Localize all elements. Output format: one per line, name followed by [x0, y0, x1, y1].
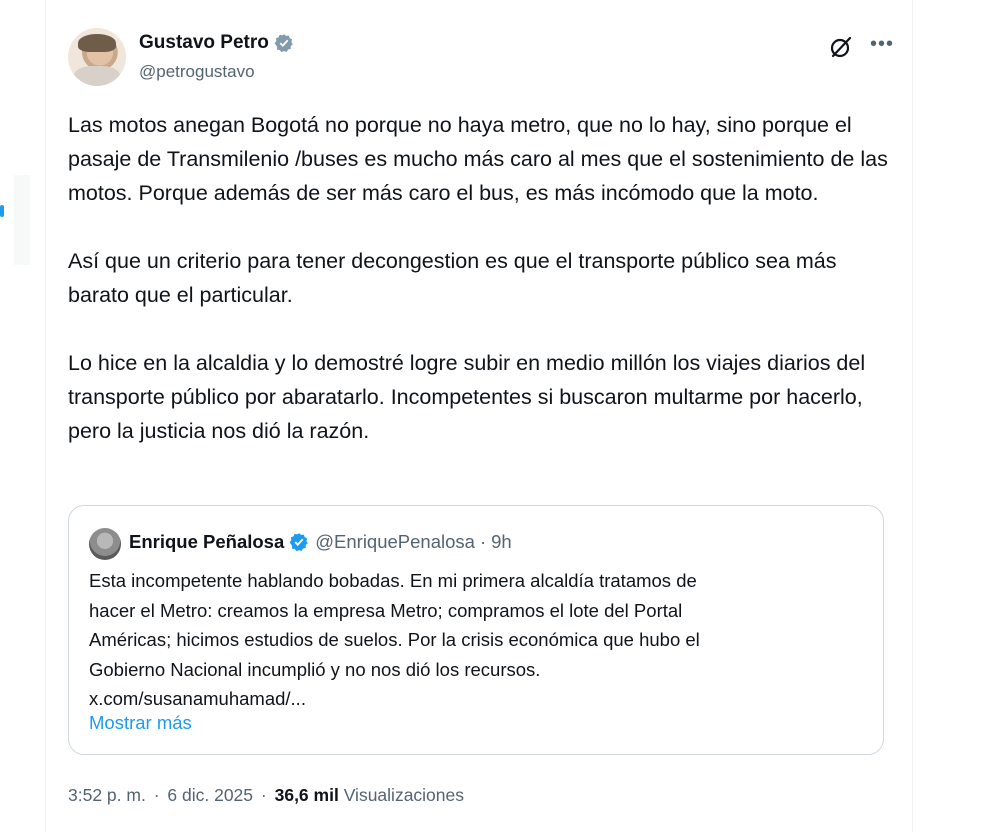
meta-separator: ·: [153, 785, 160, 805]
avatar-shirt: [74, 66, 120, 86]
tweet-body: Las motos anegan Bogotá no porque no hay…: [68, 108, 898, 482]
sidebar-hover-bar: [14, 175, 30, 265]
author-name-row[interactable]: Gustavo Petro: [139, 32, 294, 54]
tweet-paragraph: Lo hice en la alcaldia y lo demostré log…: [68, 351, 866, 443]
quote-timestamp[interactable]: 9h: [491, 531, 512, 553]
show-more-link[interactable]: Mostrar más: [89, 712, 192, 734]
grok-icon[interactable]: [828, 34, 854, 60]
more-options-icon[interactable]: •••: [868, 32, 896, 60]
quote-separator: ·: [479, 531, 487, 552]
tweet-time[interactable]: 3:52 p. m.: [68, 785, 146, 805]
tweet-detail-column: Gustavo Petro @petrogustavo ••• Las moto…: [45, 0, 913, 832]
quote-header: Enrique Peñalosa @EnriquePenalosa · 9h: [129, 531, 512, 553]
avatar-hair: [78, 34, 116, 52]
author-name[interactable]: Gustavo Petro: [139, 32, 269, 54]
quote-author-handle[interactable]: @EnriquePenalosa: [315, 531, 475, 553]
tweet-header: Gustavo Petro @petrogustavo •••: [68, 26, 898, 90]
left-sidebar-edge: [0, 0, 30, 832]
tweet-paragraph: Las motos anegan Bogotá no porque no hay…: [68, 113, 888, 205]
tweet-date[interactable]: 6 dic. 2025: [167, 785, 253, 805]
quote-author-avatar[interactable]: [89, 528, 121, 560]
meta-separator: ·: [260, 785, 267, 805]
quote-text: Esta incompetente hablando bobadas. En m…: [89, 570, 700, 709]
verified-badge-icon: [274, 34, 293, 53]
author-handle[interactable]: @petrogustavo: [139, 62, 255, 82]
views-count: 36,6 mil: [274, 785, 339, 805]
verified-badge-icon: [289, 533, 308, 552]
quote-author-name[interactable]: Enrique Peñalosa: [129, 531, 284, 553]
quoted-tweet[interactable]: Enrique Peñalosa @EnriquePenalosa · 9h E…: [68, 505, 884, 755]
views-label: Visualizaciones: [343, 785, 465, 805]
sidebar-active-indicator: [0, 205, 4, 217]
tweet-metadata: 3:52 p. m. · 6 dic. 2025 · 36,6 mil Visu…: [68, 785, 464, 806]
author-avatar[interactable]: [68, 28, 126, 86]
tweet-paragraph: Así que un criterio para tener decongest…: [68, 249, 837, 307]
